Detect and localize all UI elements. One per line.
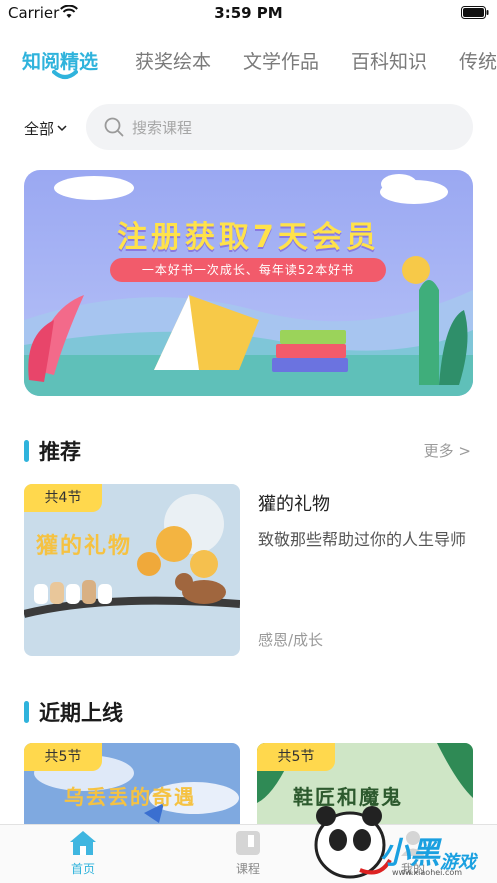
status-time: 3:59 PM (214, 4, 283, 22)
tab-traditional[interactable]: 传统 (459, 47, 497, 74)
search-input[interactable]: 搜索课程 (86, 104, 473, 150)
tab-award-books[interactable]: 获奖绘本 (135, 47, 211, 74)
course-description: 致敬那些帮助过你的人生导师 (258, 530, 467, 549)
banner-subtitle: 一本好书一次成长、每年读52本好书 (110, 258, 386, 282)
more-link[interactable]: 更多 > (424, 440, 471, 461)
category-tabs: 知阅精选 获奖绘本 文学作品 百科知识 传统 (0, 42, 497, 92)
nav-label: 课程 (235, 862, 260, 876)
course-title[interactable]: 獾的礼物 (258, 490, 330, 516)
watermark-brand: 小黑 (380, 836, 440, 871)
cover-title: 獾的礼物 (36, 534, 133, 559)
banner-title: 注册获取7天会员 (117, 220, 380, 255)
battery-icon (461, 6, 489, 19)
book-icon (236, 831, 260, 855)
lesson-count-badge: 共5节 (257, 743, 335, 771)
course-cover-badger[interactable]: 共4节 獾的礼物 (24, 484, 240, 656)
section-title-text: 近期上线 (39, 701, 123, 725)
section-recent-title: 近期上线 (24, 697, 123, 727)
filter-label: 全部 (24, 120, 55, 138)
cover-title: 乌丢丢的奇遇 (64, 785, 196, 809)
nav-home[interactable]: 首页 (48, 829, 118, 877)
promo-banner[interactable]: 注册获取7天会员 一本好书一次成长、每年读52本好书 (24, 170, 473, 396)
section-accent-bar (24, 440, 29, 462)
tab-literature[interactable]: 文学作品 (243, 47, 319, 74)
section-title-text: 推荐 (39, 440, 81, 464)
filter-dropdown[interactable]: 全部 (24, 118, 67, 139)
status-bar: Carrier 3:59 PM (0, 0, 497, 26)
chevron-down-icon (57, 125, 67, 132)
nav-courses[interactable]: 课程 (213, 829, 283, 877)
search-placeholder: 搜索课程 (132, 119, 193, 137)
watermark-url: www.xiaohei.com (392, 868, 463, 877)
banner-illustration (24, 170, 473, 396)
section-recommend-title: 推荐 (24, 436, 81, 466)
tab-encyclopedia[interactable]: 百科知识 (351, 47, 427, 74)
nav-label: 首页 (70, 862, 95, 876)
section-accent-bar (24, 701, 29, 723)
course-tags: 感恩/成长 (258, 631, 324, 649)
home-icon (70, 831, 96, 855)
search-icon (104, 117, 124, 137)
lesson-count-badge: 共4节 (24, 484, 102, 512)
lesson-count-badge: 共5节 (24, 743, 102, 771)
tab-active-indicator (52, 70, 78, 79)
